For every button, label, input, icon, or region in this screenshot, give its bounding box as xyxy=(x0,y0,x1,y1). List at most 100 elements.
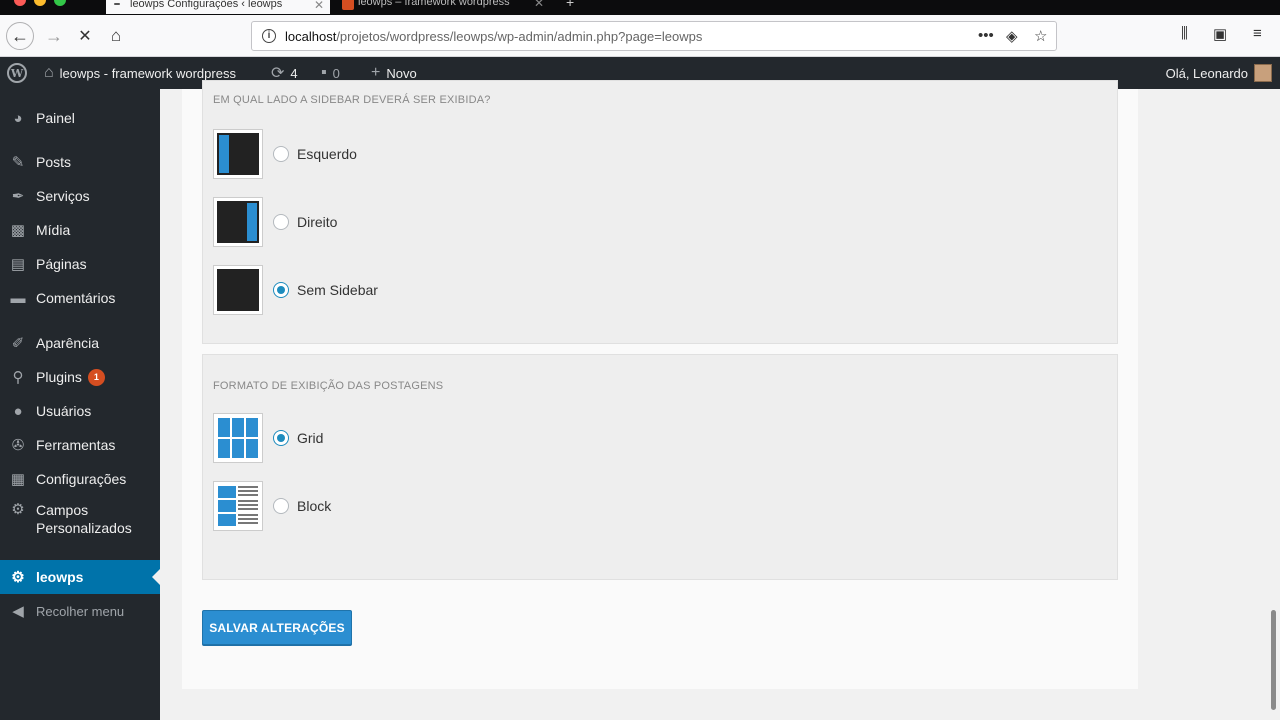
option-label: Esquerdo xyxy=(297,146,357,162)
block-layout-thumbnail[interactable] xyxy=(213,481,263,531)
collapse-icon: ◀ xyxy=(12,603,24,620)
collapse-menu-button[interactable]: ◀ Recolher menu xyxy=(0,594,160,628)
sidebar-item-label: Páginas xyxy=(36,256,87,272)
favicon-icon xyxy=(342,0,354,10)
comment-icon: ▬ xyxy=(10,289,26,307)
sidebar-item-label: Serviços xyxy=(36,188,90,204)
option-block[interactable]: Block xyxy=(213,481,331,531)
user-icon: ● xyxy=(13,402,23,420)
sidebar-item-ferramentas[interactable]: ✇ Ferramentas xyxy=(0,428,160,462)
sidebar-item-label: Posts xyxy=(36,154,72,170)
forward-arrow-icon[interactable]: → xyxy=(40,22,68,50)
sidebar-position-section: EM QUAL LADO A SIDEBAR DEVERÁ SER EXIBID… xyxy=(202,80,1118,344)
layout-left-sidebar-thumbnail[interactable] xyxy=(213,129,263,179)
sidebar-item-leowps[interactable]: ⚙ leowps xyxy=(0,560,160,594)
loading-icon xyxy=(114,3,120,5)
sidebar-item-servicos[interactable]: ✒ Serviços xyxy=(0,179,160,213)
radio-esquerdo[interactable] xyxy=(273,146,289,162)
url-path: /projetos/wordpress/leowps/wp-admin/admi… xyxy=(336,29,703,44)
pocket-icon[interactable]: ◈ xyxy=(1006,27,1018,45)
menu-icon[interactable]: ≡ xyxy=(1253,25,1262,42)
url-text[interactable]: localhost/projetos/wordpress/leowps/wp-a… xyxy=(285,29,702,44)
home-icon[interactable]: ⌂ xyxy=(102,22,130,50)
save-changes-button[interactable]: SALVAR ALTERAÇÕES xyxy=(202,610,352,645)
plugins-badge: 1 xyxy=(87,368,105,386)
account-link[interactable]: Olá, Leonardo xyxy=(1166,57,1272,89)
sidebar-item-campos-personalizados[interactable]: ⚙ Campos Personalizados xyxy=(0,501,160,543)
wordpress-logo-icon[interactable]: W xyxy=(7,63,27,83)
url-host: localhost xyxy=(285,29,337,44)
media-icon: ▩ xyxy=(10,222,26,239)
sidebar-item-label: leowps xyxy=(36,569,84,585)
new-tab-icon[interactable]: + xyxy=(566,0,574,10)
star-icon[interactable]: ☆ xyxy=(1034,27,1047,45)
tool-icon: ✇ xyxy=(11,437,25,454)
sidebar-item-paginas[interactable]: ▤ Páginas xyxy=(0,247,160,281)
brush-icon: ✐ xyxy=(11,335,25,352)
option-label: Grid xyxy=(297,430,324,446)
tab-active[interactable]: leowps Configurações ‹ leowps ✕ xyxy=(106,0,330,14)
sidebar-item-label: Aparência xyxy=(36,335,100,351)
radio-sem-sidebar[interactable] xyxy=(273,282,289,298)
close-tab-icon[interactable]: ✕ xyxy=(314,0,324,12)
url-bar[interactable]: i localhost/projetos/wordpress/leowps/wp… xyxy=(251,21,1057,51)
sidebar-item-label: Plugins xyxy=(36,369,82,385)
gear-icon: ⚙ xyxy=(11,569,25,586)
sidebar-item-label: Configurações xyxy=(36,471,127,487)
stop-icon[interactable]: ✕ xyxy=(71,22,99,50)
sidebar-item-posts[interactable]: ✎ Posts xyxy=(0,145,160,179)
option-label: Direito xyxy=(297,214,338,230)
grid-layout-thumbnail[interactable] xyxy=(213,413,263,463)
browser-tabstrip: leowps Configurações ‹ leowps ✕ leowps –… xyxy=(0,0,1280,15)
sidebar-item-label-line1: Campos xyxy=(36,502,89,518)
close-window-icon[interactable] xyxy=(14,0,26,6)
more-icon[interactable]: ••• xyxy=(978,27,994,44)
sidebar-item-label: Painel xyxy=(36,110,75,126)
settings-icon: ▦ xyxy=(10,471,26,488)
sidebar-item-aparencia[interactable]: ✐ Aparência xyxy=(0,326,160,360)
radio-grid[interactable] xyxy=(273,430,289,446)
layout-right-sidebar-thumbnail[interactable] xyxy=(213,197,263,247)
sidebar-item-label: Comentários xyxy=(36,290,116,306)
option-grid[interactable]: Grid xyxy=(213,413,323,463)
sidebar-item-usuarios[interactable]: ● Usuários xyxy=(0,394,160,428)
layout-no-sidebar-thumbnail[interactable] xyxy=(213,265,263,315)
radio-block[interactable] xyxy=(273,498,289,514)
sidebar-item-painel[interactable]: ◕ Painel xyxy=(0,101,160,135)
section-title: FORMATO DE EXIBIÇÃO DAS POSTAGENS xyxy=(213,380,444,392)
option-label: Sem Sidebar xyxy=(297,282,378,298)
back-arrow-icon[interactable]: ← xyxy=(6,22,34,50)
maximize-window-icon[interactable] xyxy=(54,0,66,6)
page-icon: ▤ xyxy=(10,256,26,273)
sidebar-item-configuracoes[interactable]: ▦ Configurações xyxy=(0,462,160,496)
avatar xyxy=(1254,64,1272,82)
close-tab-icon[interactable]: ✕ xyxy=(534,0,544,10)
sidebar-item-label: Campos Personalizados xyxy=(36,501,132,537)
option-esquerdo[interactable]: Esquerdo xyxy=(213,129,357,179)
page-scrollbar[interactable] xyxy=(1271,610,1276,710)
tab-label: leowps Configurações ‹ leowps xyxy=(130,0,283,10)
sidebar-item-label-line2: Personalizados xyxy=(36,520,132,536)
sidebar-icon[interactable]: ▣ xyxy=(1213,25,1227,43)
tab-label: leowps – framework wordpress xyxy=(358,0,510,8)
sidebar-item-label: Usuários xyxy=(36,403,92,419)
sidebar-item-label: Mídia xyxy=(36,222,71,238)
updates-count: 4 xyxy=(290,65,298,81)
info-icon[interactable]: i xyxy=(262,29,276,43)
greeting: Olá, Leonardo xyxy=(1165,65,1248,81)
library-icon[interactable]: ⫼ xyxy=(1181,25,1188,42)
option-sem-sidebar[interactable]: Sem Sidebar xyxy=(213,265,378,315)
tab-inactive[interactable]: leowps – framework wordpress ✕ xyxy=(334,0,550,14)
site-name: leowps - framework wordpress xyxy=(59,65,236,81)
sidebar-item-comentarios[interactable]: ▬ Comentários xyxy=(0,281,160,315)
radio-direito[interactable] xyxy=(273,214,289,230)
dashboard-icon: ◕ xyxy=(13,109,23,127)
section-title: EM QUAL LADO A SIDEBAR DEVERÁ SER EXIBID… xyxy=(213,94,491,106)
minimize-window-icon[interactable] xyxy=(34,0,46,6)
option-direito[interactable]: Direito xyxy=(213,197,337,247)
sidebar-item-plugins[interactable]: ⚲ Plugins 1 xyxy=(0,360,160,394)
new-label: Novo xyxy=(386,65,417,81)
sidebar-item-midia[interactable]: ▩ Mídia xyxy=(0,213,160,247)
sidebar-item-label: Ferramentas xyxy=(36,437,116,453)
wrench-icon: ✒ xyxy=(11,188,25,205)
